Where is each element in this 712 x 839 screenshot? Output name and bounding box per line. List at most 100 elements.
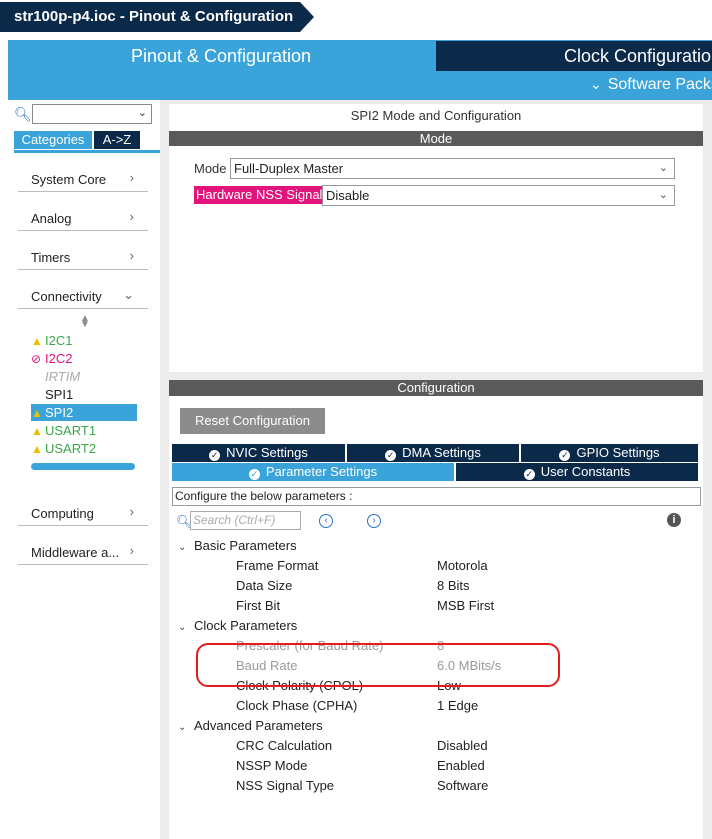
error-icon: ⊘: [31, 352, 42, 366]
param-name: First Bit: [236, 598, 281, 613]
tab-parameter-settings[interactable]: ✓ Parameter Settings: [172, 463, 454, 481]
param-name: Data Size: [236, 578, 293, 593]
chevron-down-icon: ⌄: [590, 76, 602, 92]
check-icon: ✓: [385, 450, 397, 461]
tab-dma-settings[interactable]: ✓ DMA Settings: [347, 444, 519, 462]
param-name: NSSP Mode: [236, 758, 308, 773]
peripheral-list-scrollbar[interactable]: [31, 463, 135, 470]
tab-label: User Constants: [540, 464, 631, 479]
group-basic-parameters[interactable]: ⌄ Basic Parameters: [178, 538, 297, 553]
peripheral-spi2[interactable]: ▲ SPI2: [31, 404, 73, 421]
param-value: MSB First: [437, 598, 495, 613]
chevron-right-icon: ›: [129, 504, 134, 519]
peripheral-i2c2[interactable]: ⊘ I2C2: [31, 350, 72, 367]
category-label: Middleware a...: [31, 545, 120, 560]
breadcrumb[interactable]: str100p-p4.ioc - Pinout & Configuration: [0, 2, 300, 32]
previous-match-icon[interactable]: ‹: [319, 514, 333, 528]
param-name: Frame Format: [236, 558, 319, 573]
param-row[interactable]: NSS Signal Type Software: [236, 778, 556, 796]
warning-icon: ▲: [31, 424, 43, 438]
tab-user-constants[interactable]: ✓ User Constants: [456, 463, 698, 481]
peripheral-label: USART2: [45, 441, 97, 456]
tab-label: NVIC Settings: [226, 445, 308, 460]
tab-a-to-z[interactable]: A->Z: [94, 131, 140, 149]
category-middleware[interactable]: Middleware a... ›: [18, 535, 148, 565]
mode-select-value: Full-Duplex Master: [234, 161, 344, 176]
configuration-header: Configuration: [169, 380, 703, 396]
category-timers[interactable]: Timers ›: [18, 240, 148, 270]
param-value: 1 Edge: [437, 698, 479, 713]
chevron-down-icon: ⌄: [178, 622, 187, 633]
chevron-down-icon: ⌄: [178, 542, 187, 553]
group-advanced-parameters[interactable]: ⌄ Advanced Parameters: [178, 718, 323, 733]
param-row[interactable]: Frame Format Motorola: [236, 558, 556, 576]
peripheral-irtim[interactable]: IRTIM: [31, 368, 80, 385]
software-packs-menu[interactable]: ⌄ Software Packs: [590, 76, 712, 94]
chevron-down-icon: ⌄: [658, 189, 668, 201]
mode-label: Mode: [194, 161, 227, 176]
param-name: CRC Calculation: [236, 738, 333, 753]
param-row[interactable]: CRC Calculation Disabled: [236, 738, 556, 756]
warning-icon: ▲: [31, 442, 43, 456]
peripheral-label: USART1: [45, 423, 97, 438]
category-label: Analog: [31, 211, 72, 226]
param-row[interactable]: Data Size 8 Bits: [236, 578, 556, 596]
tab-categories[interactable]: Categories: [14, 131, 92, 149]
tab-gpio-settings[interactable]: ✓ GPIO Settings: [521, 444, 698, 462]
chevron-down-icon: ⌄: [178, 722, 187, 733]
param-name: NSS Signal Type: [236, 778, 335, 793]
chevron-right-icon: ›: [129, 248, 134, 263]
peripheral-spi1[interactable]: SPI1: [31, 386, 73, 403]
chevron-right-icon: ›: [129, 543, 134, 558]
group-clock-parameters[interactable]: ⌄ Clock Parameters: [178, 618, 297, 633]
parameter-search-input[interactable]: Search (Ctrl+F): [190, 511, 301, 530]
annotation-highlight: [196, 643, 560, 687]
mode-select[interactable]: Full-Duplex Master ⌄: [230, 158, 675, 179]
mode-section-header: Mode: [169, 131, 703, 146]
category-search-input[interactable]: ⌄: [32, 104, 152, 124]
param-value: Disabled: [437, 738, 488, 753]
info-icon[interactable]: i: [667, 513, 681, 527]
peripheral-label: I2C1: [45, 333, 73, 348]
tab-clock-configuration[interactable]: Clock Configuration: [436, 41, 712, 71]
group-label: Basic Parameters: [194, 538, 297, 553]
peripheral-label: I2C2: [45, 351, 73, 366]
tab-pinout-configuration[interactable]: Pinout & Configuration: [8, 40, 434, 72]
warning-icon: ▲: [31, 334, 43, 348]
param-name: Clock Phase (CPHA): [236, 698, 358, 713]
peripheral-label: SPI2: [45, 405, 74, 420]
chevron-down-icon: ⌄: [137, 107, 147, 119]
check-icon: ✓: [559, 450, 571, 461]
check-icon: ✓: [209, 450, 221, 461]
tab-underline: [14, 150, 160, 153]
hardware-nss-select[interactable]: Disable ⌄: [322, 185, 675, 206]
param-row[interactable]: NSSP Mode Enabled: [236, 758, 556, 776]
chevron-down-icon: ⌄: [123, 287, 134, 302]
param-value: 8 Bits: [437, 578, 470, 593]
category-system-core[interactable]: System Core ›: [18, 162, 148, 192]
tab-label: GPIO Settings: [576, 445, 660, 460]
sort-icon[interactable]: ▲ ▼: [80, 314, 90, 330]
search-icon: 🔍︎: [14, 106, 32, 122]
peripheral-usart2[interactable]: ▲ USART2: [31, 440, 96, 457]
reset-configuration-button[interactable]: Reset Configuration: [180, 408, 325, 434]
category-connectivity[interactable]: Connectivity ⌄: [18, 279, 148, 309]
category-computing[interactable]: Computing ›: [18, 496, 148, 526]
param-row[interactable]: Clock Phase (CPHA) 1 Edge: [236, 698, 556, 716]
peripheral-label: IRTIM: [45, 369, 81, 384]
chevron-right-icon: ›: [129, 209, 134, 224]
check-icon: ✓: [248, 469, 260, 480]
nss-select-value: Disable: [326, 188, 370, 203]
category-analog[interactable]: Analog ›: [18, 201, 148, 231]
tab-label: DMA Settings: [402, 445, 481, 460]
peripheral-i2c1[interactable]: ▲ I2C1: [31, 332, 72, 349]
tab-nvic-settings[interactable]: ✓ NVIC Settings: [172, 444, 345, 462]
peripheral-usart1[interactable]: ▲ USART1: [31, 422, 96, 439]
next-match-icon[interactable]: ›: [367, 514, 381, 528]
mode-panel-title: SPI2 Mode and Configuration: [350, 108, 522, 123]
tab-label: Parameter Settings: [265, 464, 378, 479]
param-row[interactable]: First Bit MSB First: [236, 598, 556, 616]
chevron-down-icon: ⌄: [658, 162, 668, 174]
check-icon: ✓: [523, 469, 535, 480]
param-value: Software: [437, 778, 489, 793]
